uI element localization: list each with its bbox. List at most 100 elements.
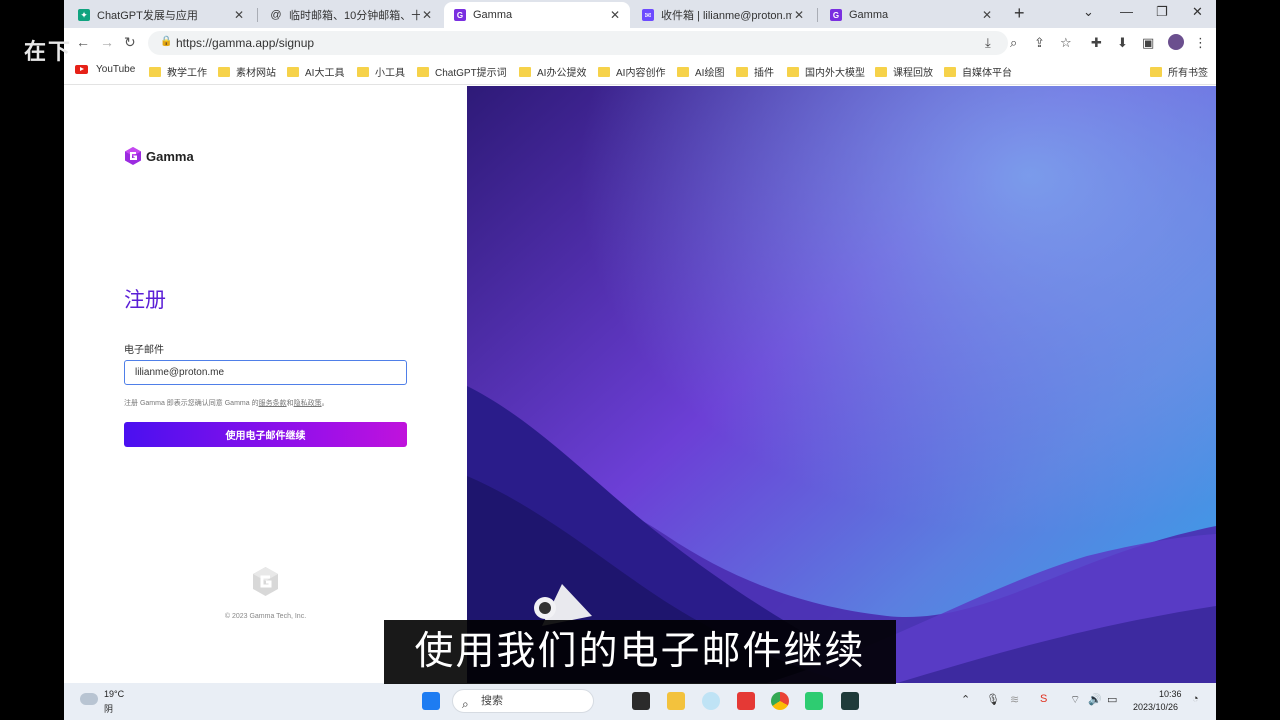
battery-icon[interactable]: ▭ <box>1107 693 1117 706</box>
minimize-button[interactable]: — <box>1120 4 1133 19</box>
search-placeholder: 搜索 <box>481 695 503 707</box>
bookmark-folder[interactable]: ChatGPT提示词 <box>417 64 507 79</box>
back-arrow-icon[interactable]: ← <box>76 34 90 50</box>
bookmark-folder[interactable]: 小工具 <box>357 64 405 79</box>
lock-icon: 🔒 <box>160 36 173 47</box>
browser-window: ✦ ChatGPT发展与应用 ✕ @ 临时邮箱、10分钟邮箱、十分钟 ✕ G G… <box>64 0 1216 683</box>
gamma-footer-icon <box>252 567 279 601</box>
new-tab-button[interactable]: + <box>1014 3 1025 24</box>
bookmark-folder[interactable]: AI大工具 <box>287 64 344 79</box>
wechat-icon[interactable] <box>805 692 823 710</box>
continue-with-email-button[interactable]: 使用电子邮件继续 <box>124 422 407 447</box>
tab-gamma-active[interactable]: G Gamma ✕ <box>444 2 630 28</box>
tab-label: Gamma <box>473 9 513 21</box>
bookmark-folder[interactable]: AI绘图 <box>677 64 724 79</box>
maximize-button[interactable]: ❐ <box>1156 4 1168 20</box>
chrome-icon[interactable] <box>771 692 789 710</box>
extensions-icon[interactable]: ✚ <box>1091 35 1102 51</box>
privacy-policy-link[interactable]: 隐私政策 <box>294 400 322 407</box>
task-view-icon[interactable] <box>632 692 650 710</box>
bookmark-folder[interactable]: 插件 <box>736 64 774 79</box>
close-icon[interactable]: ✕ <box>232 8 246 22</box>
tray-chevron-icon[interactable]: ⌃ <box>961 693 970 706</box>
notification-icon[interactable]: ◔ <box>1192 693 1199 705</box>
menu-dots-icon[interactable]: ⋮ <box>1194 35 1207 51</box>
tab-divider <box>817 8 818 22</box>
corner-overlay-text: 在下 <box>24 40 73 65</box>
bookmark-folder[interactable]: 自媒体平台 <box>944 64 1012 79</box>
bookmark-folder[interactable]: 素材网站 <box>218 64 276 79</box>
clock-date[interactable]: 2023/10/26 <box>1133 702 1178 712</box>
tab-proton-inbox[interactable]: ✉ 收件箱 | lilianme@proton.me ✕ <box>632 2 814 28</box>
terms-text: 。 <box>321 400 329 407</box>
address-bar[interactable]: 🔒 https://gamma.app/signup <box>148 31 1008 55</box>
bookmark-label: AI大工具 <box>305 68 345 79</box>
hero-illustration <box>467 86 1216 683</box>
gamma-logo-text: Gamma <box>146 148 194 164</box>
microphone-icon[interactable]: 🎙 <box>986 693 1000 706</box>
youtube-icon <box>75 65 88 74</box>
clock-time[interactable]: 10:36 <box>1159 689 1182 699</box>
terms-notice: 注册 Gamma 即表示您确认同意 Gamma 的服务条款和隐私政策。 <box>124 398 329 408</box>
folder-icon <box>357 66 369 77</box>
weather-temperature[interactable]: 19°C <box>104 689 124 699</box>
share-icon[interactable]: ⇪ <box>1034 35 1045 51</box>
signup-page: Gamma 注册 电子邮件 注册 Gamma 即表示您确认同意 Gamma 的服… <box>64 86 1216 683</box>
terms-of-service-link[interactable]: 服务条款 <box>259 400 287 407</box>
bookmark-label: 国内外大模型 <box>805 68 865 79</box>
weather-condition[interactable]: 阴 <box>104 702 113 715</box>
bookmark-label: 课程回放 <box>893 68 933 79</box>
editor-app-icon[interactable] <box>841 692 859 710</box>
bookmark-folder[interactable]: AI办公提效 <box>519 64 586 79</box>
close-icon[interactable]: ✕ <box>980 8 994 22</box>
bookmark-star-icon[interactable]: ☆ <box>1060 35 1072 51</box>
cloud-app-icon[interactable] <box>702 692 720 710</box>
bookmark-label: AI办公提效 <box>537 68 587 79</box>
forward-arrow-icon[interactable]: → <box>100 34 114 50</box>
close-icon[interactable]: ✕ <box>420 8 434 22</box>
folder-icon <box>519 66 531 77</box>
windows-start-icon[interactable] <box>422 692 440 710</box>
close-window-button[interactable]: ✕ <box>1192 4 1203 20</box>
folder-icon <box>218 66 230 77</box>
tab-search-chevron-icon[interactable]: ⌄ <box>1083 4 1094 20</box>
bookmark-youtube[interactable]: YouTube <box>75 64 135 75</box>
bookmarks-bar: YouTube 教学工作 素材网站 AI大工具 小工具 ChatGPT提示词 A… <box>64 58 1216 85</box>
reload-icon[interactable]: ↻ <box>124 34 136 51</box>
bookmark-folder[interactable]: AI内容创作 <box>598 64 665 79</box>
side-panel-icon[interactable]: ▣ <box>1142 35 1154 51</box>
speaker-icon[interactable]: 🔊 <box>1088 693 1102 706</box>
tab-temp-mail[interactable]: @ 临时邮箱、10分钟邮箱、十分钟 ✕ <box>260 2 442 28</box>
taskbar-search[interactable]: ⌕ 搜索 <box>452 689 594 713</box>
close-icon[interactable]: ✕ <box>792 8 806 22</box>
proton-mail-icon: ✉ <box>642 9 654 21</box>
bookmark-folder[interactable]: 教学工作 <box>149 64 207 79</box>
wifi-icon[interactable]: ⌔ <box>1070 693 1080 707</box>
zoom-icon[interactable]: ⌕ <box>1010 35 1017 51</box>
bookmark-folder[interactable]: 国内外大模型 <box>787 64 865 79</box>
cloud-icon[interactable] <box>80 693 98 705</box>
wps-icon[interactable] <box>737 692 755 710</box>
folder-icon <box>1150 66 1162 77</box>
tab-gamma[interactable]: G Gamma ✕ <box>820 2 1002 28</box>
downloads-icon[interactable]: ⬇ <box>1117 35 1128 51</box>
file-explorer-icon[interactable] <box>667 692 685 710</box>
install-app-icon[interactable]: ⤓ <box>985 35 991 51</box>
bookmark-label: 自媒体平台 <box>962 68 1012 79</box>
terms-text: 和 <box>286 400 294 407</box>
sogou-icon[interactable]: S <box>1040 693 1047 705</box>
all-bookmarks-folder[interactable]: 所有书签 <box>1150 64 1208 79</box>
terms-text: 注册 Gamma 即表示您确认同意 Gamma 的 <box>124 400 259 407</box>
tab-label: ChatGPT发展与应用 <box>97 10 198 22</box>
folder-icon <box>598 66 610 77</box>
input-method-icon[interactable]: ≋ <box>1010 693 1019 706</box>
address-bar-url[interactable]: https://gamma.app/signup <box>176 36 314 50</box>
screen: 在下 ✦ ChatGPT发展与应用 ✕ @ 临时邮箱、10分钟邮箱、十分钟 ✕ … <box>0 0 1280 720</box>
profile-avatar[interactable] <box>1168 34 1184 50</box>
close-icon[interactable]: ✕ <box>608 8 622 22</box>
folder-icon <box>287 66 299 77</box>
bookmark-folder[interactable]: 课程回放 <box>875 64 933 79</box>
gamma-logo[interactable]: Gamma <box>124 147 194 165</box>
tab-chatgpt[interactable]: ✦ ChatGPT发展与应用 ✕ <box>68 2 254 28</box>
email-field[interactable] <box>124 360 407 385</box>
